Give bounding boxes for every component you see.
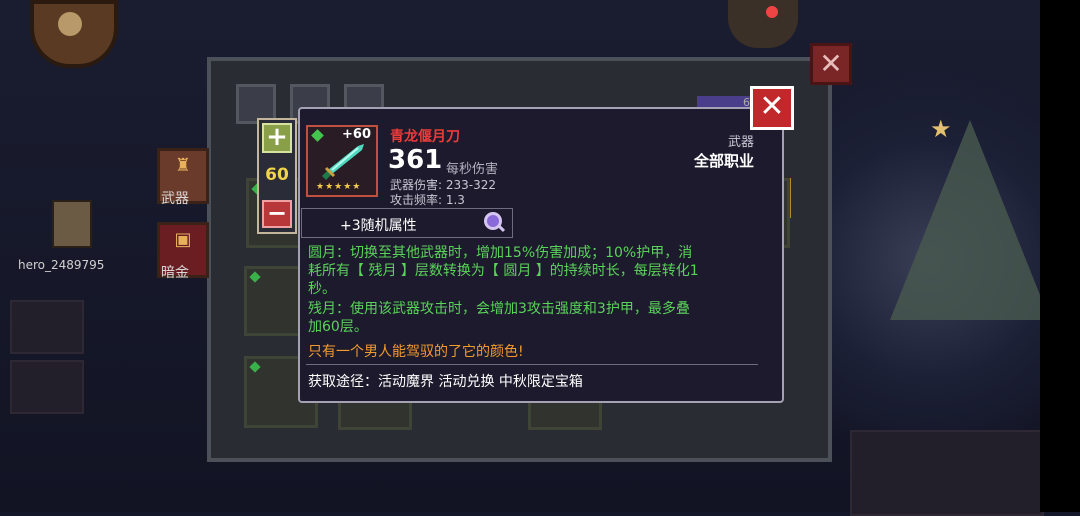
description-line: 圆月：切换至其他武器时，增加15%伤害加成；10%护甲，消 bbox=[308, 245, 693, 261]
decrease-button[interactable]: − bbox=[262, 200, 292, 228]
acquisition-source: 获取途径：活动魔界 活动兑换 中秋限定宝箱 bbox=[308, 374, 583, 390]
inventory-slot[interactable] bbox=[528, 400, 602, 430]
menu-badge[interactable] bbox=[728, 0, 798, 48]
rarity-stars: ★★★★★ bbox=[316, 182, 362, 192]
gem-icon bbox=[249, 271, 261, 283]
sword-icon bbox=[322, 144, 364, 180]
flavor-text: 只有一个男人能驾驭的了它的颜色! bbox=[308, 344, 524, 360]
weapon-level: +60 bbox=[342, 127, 371, 142]
weapon-category-label: 武器 bbox=[161, 191, 189, 207]
description-line: 耗所有【 残月 】层数转换为【 圆月 】的持续时长，每层转化1 bbox=[308, 263, 699, 279]
divider bbox=[306, 364, 758, 365]
weapon-name: 青龙偃月刀 bbox=[390, 129, 460, 145]
description-line: 加60层。 bbox=[308, 319, 368, 335]
tree-star-icon: ★ bbox=[930, 115, 952, 143]
dark-gold-category-label: 暗金 bbox=[161, 265, 189, 281]
gem-icon bbox=[249, 361, 261, 373]
player-name: hero_2489795 bbox=[18, 258, 105, 272]
stepper-value: 60 bbox=[265, 165, 289, 185]
tooltip-close-button[interactable]: ✕ bbox=[750, 86, 794, 130]
magnifier-icon[interactable] bbox=[484, 212, 502, 230]
floor-tile bbox=[850, 430, 1044, 516]
attack-rate: 攻击频率: 1.3 bbox=[390, 193, 465, 207]
floor-tile bbox=[10, 300, 84, 354]
chest-icon: ▣ bbox=[174, 229, 192, 250]
notification-dot bbox=[766, 6, 778, 18]
random-attribute-label: +3随机属性 bbox=[340, 218, 417, 234]
christmas-tree bbox=[890, 120, 1050, 320]
item-class: 全部职业 bbox=[693, 152, 754, 170]
screen-edge bbox=[1040, 0, 1080, 512]
item-type: 武器 bbox=[727, 135, 754, 150]
weapon-icon: ♜ bbox=[174, 155, 192, 176]
floor-tile bbox=[10, 360, 84, 414]
increase-button[interactable]: + bbox=[262, 123, 292, 153]
inventory-slot[interactable] bbox=[338, 400, 412, 430]
panel-close-button[interactable]: ✕ bbox=[810, 43, 852, 85]
dps-label: 每秒伤害 bbox=[446, 162, 499, 177]
description-line: 秒。 bbox=[308, 281, 336, 297]
dps-value: 361 bbox=[388, 145, 443, 175]
description-line: 残月：使用该武器攻击时，会增加3攻击强度和3护甲，最多叠 bbox=[308, 301, 690, 317]
player-character bbox=[52, 200, 92, 248]
